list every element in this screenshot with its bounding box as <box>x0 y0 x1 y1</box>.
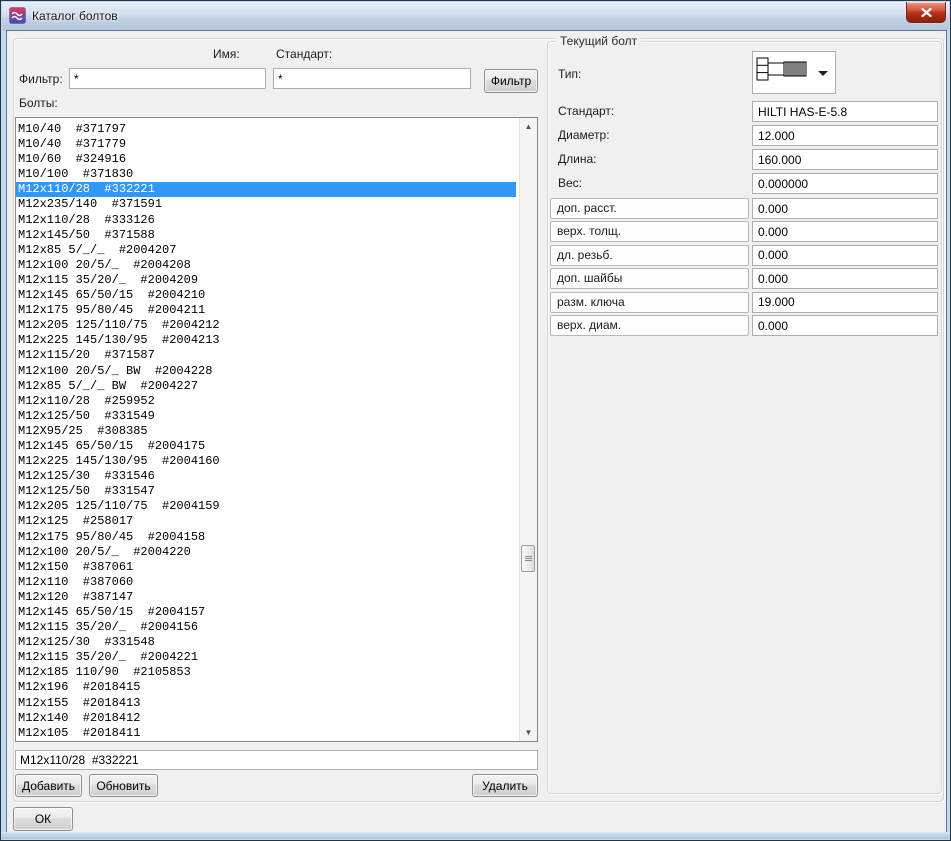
field-label-box[interactable]: верх. диам. <box>550 315 749 336</box>
list-item[interactable]: M12x185 110/90 #2105853 <box>16 665 516 680</box>
ok-button[interactable]: ОК <box>13 807 73 831</box>
bolt-list: M10/40 #371797M10/40 #371779M10/60 #3249… <box>16 118 520 741</box>
list-scrollbar[interactable]: ▲ ▼ <box>519 118 537 741</box>
list-item[interactable]: M12x205 125/110/75 #2004159 <box>16 499 516 514</box>
field-value-input[interactable] <box>752 149 938 170</box>
delete-button[interactable]: Удалить <box>472 774 538 797</box>
bolt-type-icon <box>756 57 814 89</box>
standard-filter-input[interactable] <box>273 68 471 89</box>
field-value-input[interactable] <box>752 292 938 313</box>
list-item[interactable]: M12x125/30 #331546 <box>16 469 516 484</box>
list-item[interactable]: M12x155 #2018413 <box>16 696 516 711</box>
list-item[interactable]: M12x235/140 #371591 <box>16 197 516 212</box>
list-item[interactable]: M12x115 35/20/_ #2004221 <box>16 650 516 665</box>
list-item[interactable]: M10/40 #371779 <box>16 137 516 152</box>
list-item[interactable]: M12x225 145/130/95 #2004160 <box>16 454 516 469</box>
list-item[interactable]: M12x125/30 #331548 <box>16 635 516 650</box>
list-item[interactable]: M12x125 #258017 <box>16 514 516 529</box>
field-value-input[interactable] <box>752 173 938 194</box>
dialog-window: Каталог болтов Имя: Стандарт: Фильтр: Фи… <box>0 0 951 841</box>
list-item[interactable]: M10/40 #371797 <box>16 122 516 137</box>
list-item[interactable]: M12x85 5/_/_ #2004207 <box>16 243 516 258</box>
list-item[interactable]: M12x145 65/50/15 #2004157 <box>16 605 516 620</box>
thumb-grip <box>525 558 532 559</box>
bolt-listbox[interactable]: M10/40 #371797M10/40 #371779M10/60 #3249… <box>15 117 538 742</box>
close-button[interactable] <box>906 2 946 23</box>
field-label-box[interactable]: разм. ключа <box>550 292 749 313</box>
list-item[interactable]: M12x110/28 #259952 <box>16 394 516 409</box>
list-item[interactable]: M12x100 20/5/_ #2004220 <box>16 545 516 560</box>
type-label: Тип: <box>558 67 581 81</box>
current-bolt-group: Текущий болт Тип: <box>547 41 942 794</box>
bolt-type-dropdown[interactable] <box>752 51 836 94</box>
list-item[interactable]: M10/100 #371830 <box>16 167 516 182</box>
field-label-box[interactable]: верх. толщ. <box>550 221 749 242</box>
list-item[interactable]: M12x125/50 #331549 <box>16 409 516 424</box>
filter-button[interactable]: Фильтр <box>484 69 538 93</box>
field-label: Длина: <box>558 152 596 166</box>
current-bolt-group-label: Текущий болт <box>556 34 641 48</box>
list-item[interactable]: M12x100 20/5/_ #2004208 <box>16 258 516 273</box>
field-label: Диаметр: <box>558 128 610 142</box>
list-item[interactable]: M10/60 #324916 <box>16 152 516 167</box>
list-item[interactable]: M12x145 65/50/15 #2004210 <box>16 288 516 303</box>
scroll-down-icon[interactable]: ▼ <box>520 724 537 741</box>
update-button[interactable]: Обновить <box>89 774 158 797</box>
scroll-up-icon[interactable]: ▲ <box>520 118 537 135</box>
list-item[interactable]: M12x115 35/20/_ #2004156 <box>16 620 516 635</box>
list-item[interactable]: M12x85 5/_/_ BW #2004227 <box>16 379 516 394</box>
field-value-input[interactable] <box>752 221 938 242</box>
list-item[interactable]: M12x115 35/20/_ #2004209 <box>16 273 516 288</box>
standard-column-label: Стандарт: <box>276 47 332 61</box>
chevron-down-icon <box>818 71 828 76</box>
list-item[interactable]: M12x110/28 #332221 <box>16 182 516 197</box>
field-value-input[interactable] <box>752 268 938 289</box>
field-label-box[interactable]: дл. резьб. <box>550 245 749 266</box>
field-value-input[interactable] <box>752 125 938 146</box>
list-item[interactable]: M12x140 #2018412 <box>16 711 516 726</box>
list-item[interactable]: M12x105 #2018411 <box>16 726 516 741</box>
bolts-label: Болты: <box>19 96 58 110</box>
window-title: Каталог болтов <box>32 9 118 23</box>
list-item[interactable]: M12x125/50 #331547 <box>16 484 516 499</box>
list-item[interactable]: M12x100 20/5/_ BW #2004228 <box>16 364 516 379</box>
list-item[interactable]: M12x150 #387061 <box>16 560 516 575</box>
list-item[interactable]: M12x120 #387147 <box>16 590 516 605</box>
app-logo-icon <box>9 7 26 24</box>
add-button[interactable]: Добавить <box>15 774 82 797</box>
list-item[interactable]: M12x225 145/130/95 #2004213 <box>16 333 516 348</box>
list-item[interactable]: M12x145 65/50/15 #2004175 <box>16 439 516 454</box>
window-bottom-border <box>2 832 949 839</box>
field-label: Вес: <box>558 176 582 190</box>
list-item[interactable]: M12x115/20 #371587 <box>16 348 516 363</box>
name-filter-input[interactable] <box>69 68 266 89</box>
close-x-icon <box>921 8 932 17</box>
scrollbar-thumb[interactable] <box>521 545 535 572</box>
list-item[interactable]: M12x175 95/80/45 #2004158 <box>16 530 516 545</box>
list-item[interactable]: M12x196 #2018415 <box>16 680 516 695</box>
titlebar[interactable]: Каталог болтов <box>2 2 949 31</box>
field-value-input[interactable] <box>752 315 938 336</box>
list-item[interactable]: M12X95/25 #308385 <box>16 424 516 439</box>
bolt-name-input[interactable] <box>15 750 538 770</box>
list-item[interactable]: M12x175 95/80/45 #2004211 <box>16 303 516 318</box>
field-value-input[interactable] <box>752 101 938 122</box>
filter-label: Фильтр: <box>19 72 63 86</box>
field-value-input[interactable] <box>752 198 938 219</box>
dialog-client-area: Имя: Стандарт: Фильтр: Фильтр Болты: M10… <box>7 31 946 834</box>
list-item[interactable]: M12x110/28 #333126 <box>16 213 516 228</box>
field-label-box[interactable]: доп. шайбы <box>550 268 749 289</box>
field-label-box[interactable]: доп. расст. <box>550 198 749 219</box>
field-label: Стандарт: <box>558 104 614 118</box>
name-column-label: Имя: <box>213 47 240 61</box>
list-item[interactable]: M12x110 #387060 <box>16 575 516 590</box>
list-item[interactable]: M12x145/50 #371588 <box>16 228 516 243</box>
field-value-input[interactable] <box>752 245 938 266</box>
list-item[interactable]: M12x205 125/110/75 #2004212 <box>16 318 516 333</box>
